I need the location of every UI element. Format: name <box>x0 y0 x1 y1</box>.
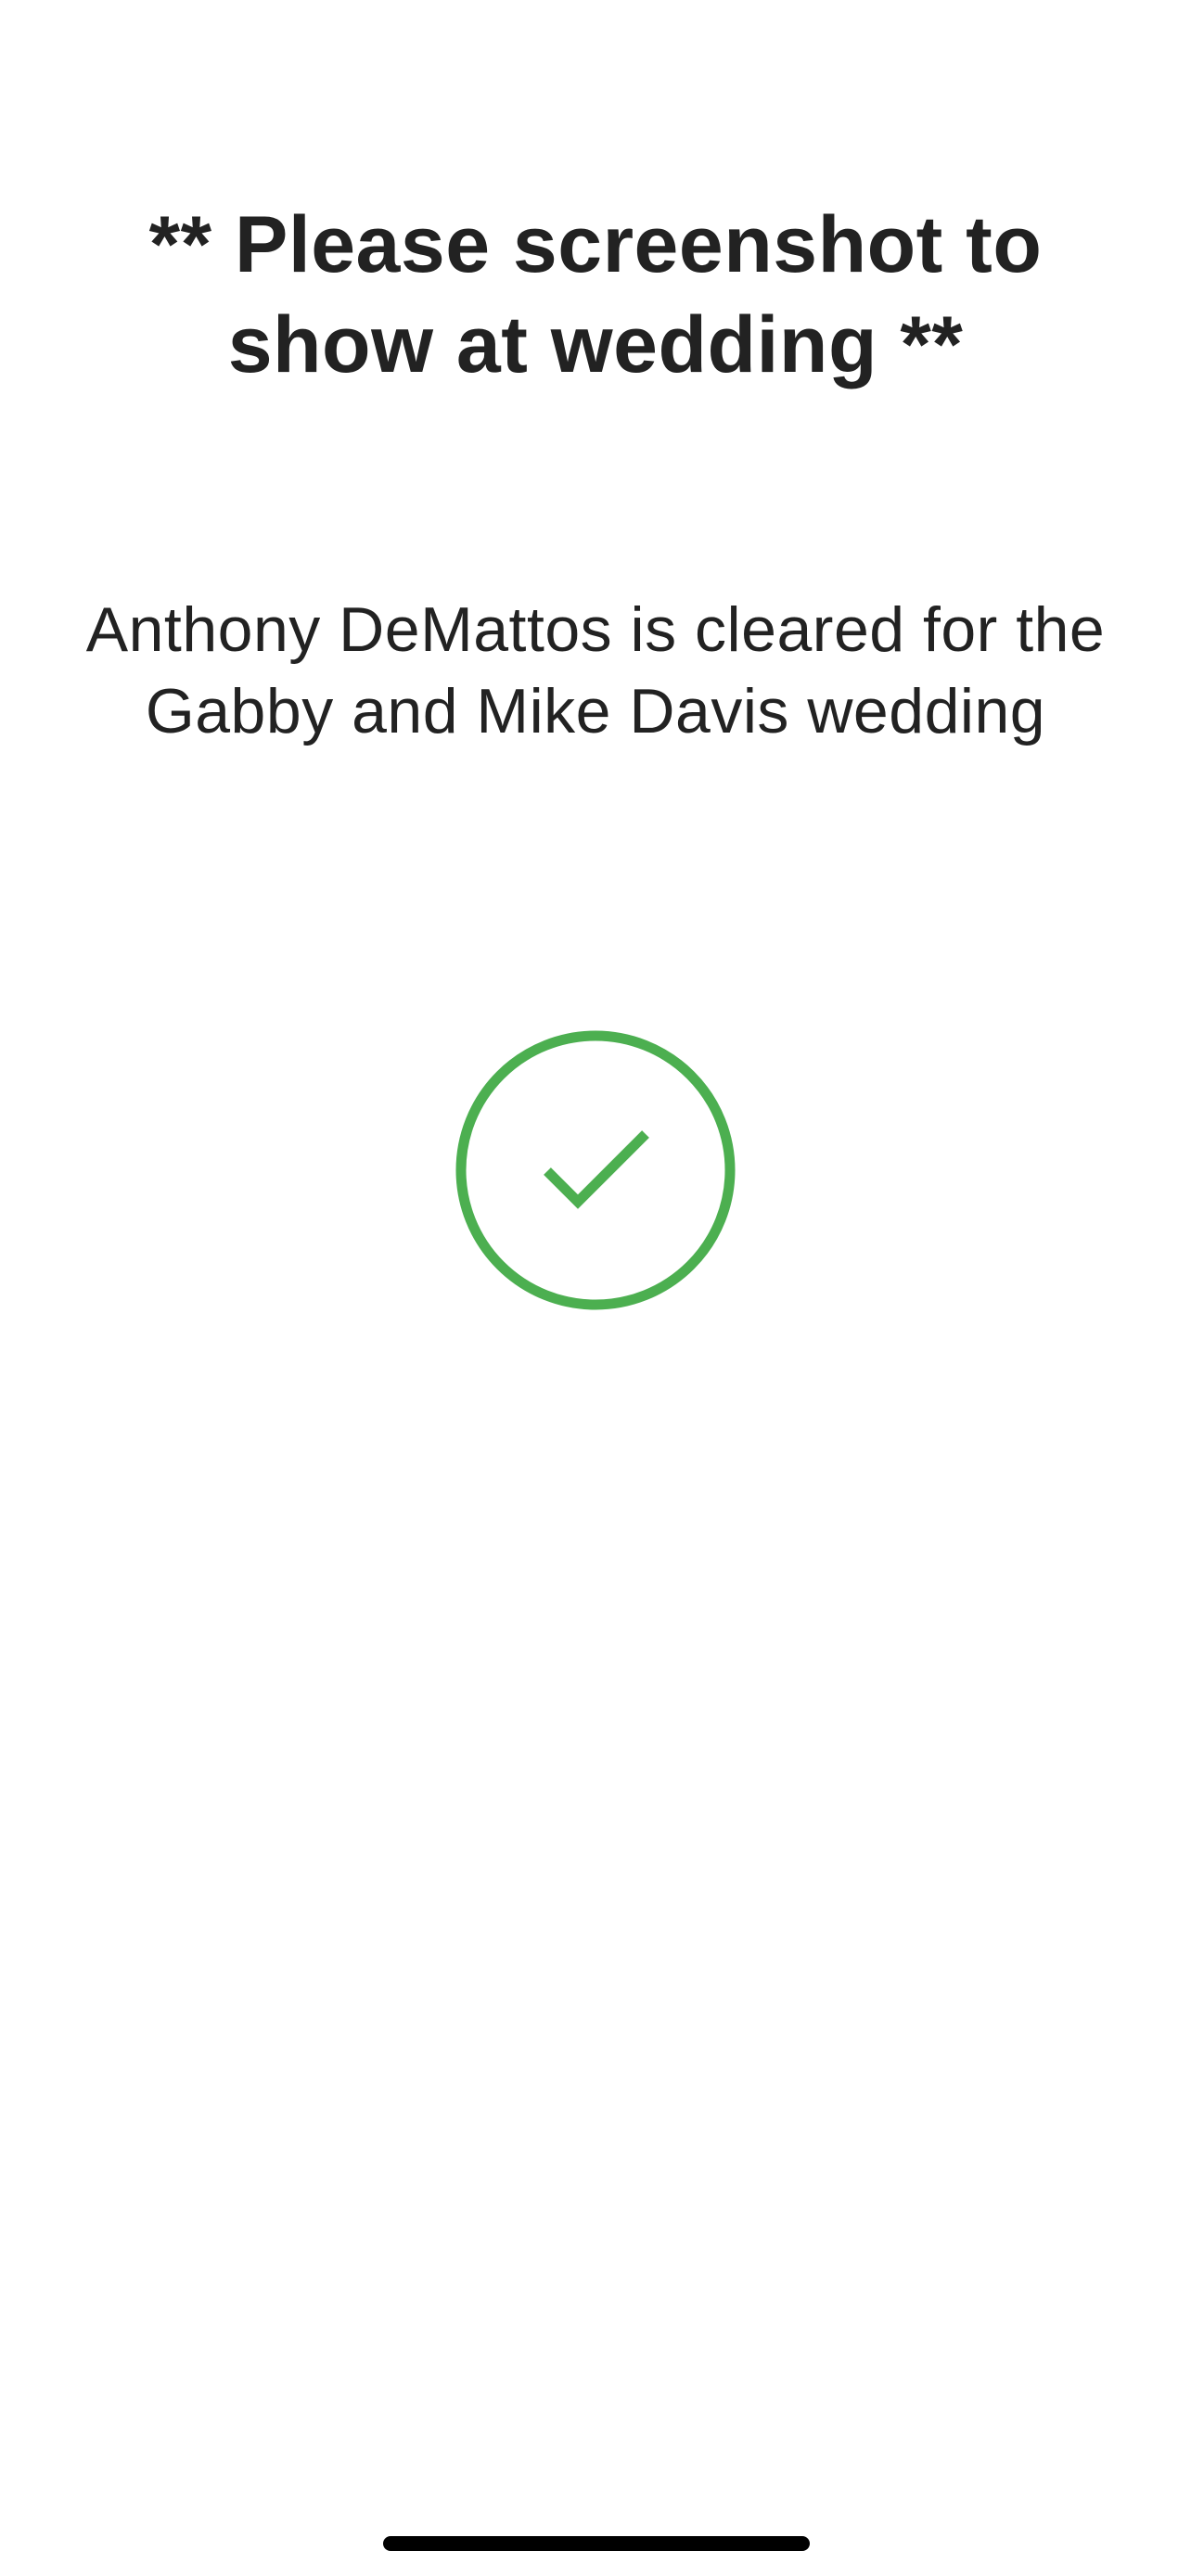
status-circle <box>455 1030 736 1310</box>
clearance-message: Anthony DeMattos is cleared for the Gabb… <box>85 594 1106 746</box>
home-indicator[interactable] <box>383 2536 810 2551</box>
checkmark-circle-icon <box>455 1029 736 1311</box>
clearance-screen: ** Please screenshot to show at wedding … <box>0 0 1191 2576</box>
page-title: ** Please screenshot to show at wedding … <box>148 200 1043 389</box>
checkmark-stroke <box>544 1130 649 1209</box>
